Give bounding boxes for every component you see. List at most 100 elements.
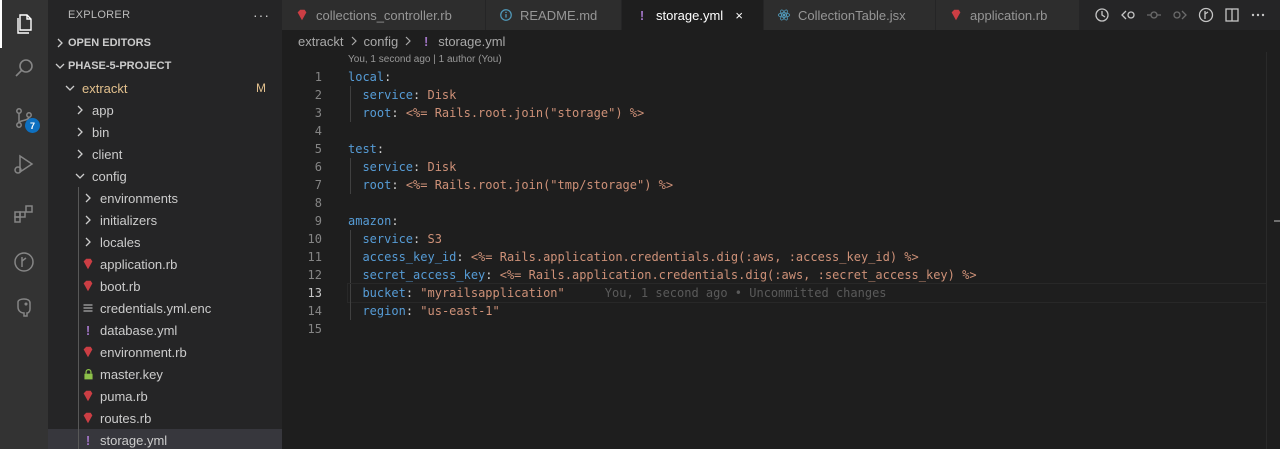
- file-item[interactable]: ! storage.yml: [48, 429, 282, 449]
- folder-locales[interactable]: locales: [48, 231, 282, 253]
- search-icon[interactable]: [0, 44, 48, 92]
- code-line[interactable]: [348, 122, 1268, 140]
- ruby-icon: [294, 7, 310, 23]
- yaml-icon: !: [85, 322, 91, 338]
- file-label: master.key: [100, 366, 163, 382]
- indent-guide: [78, 341, 79, 363]
- line-number: 11: [307, 250, 322, 264]
- file-item[interactable]: boot.rb: [48, 275, 282, 297]
- code-content[interactable]: local: service: Disk root: <%= Rails.roo…: [347, 68, 1269, 338]
- yaml-colon: :: [413, 160, 428, 174]
- file-item[interactable]: puma.rb: [48, 385, 282, 407]
- chevron-right-icon: [80, 190, 96, 206]
- file-item[interactable]: routes.rb: [48, 407, 282, 429]
- folder-config[interactable]: config: [48, 165, 282, 187]
- yaml-colon: :: [413, 88, 428, 102]
- code-line[interactable]: [348, 194, 1268, 212]
- yaml-value: "myrailsapplication": [420, 286, 565, 300]
- project-section[interactable]: PHASE-5-PROJECT: [48, 55, 282, 77]
- tab-application-rb[interactable]: application.rb: [936, 0, 1080, 30]
- code-line[interactable]: secret_access_key: <%= Rails.application…: [348, 266, 1268, 284]
- file-item[interactable]: application.rb: [48, 253, 282, 275]
- breadcrumb-item-extrackt[interactable]: extrackt: [298, 34, 344, 49]
- indent-guide: [78, 209, 79, 231]
- indent-guide: [350, 176, 351, 194]
- run-debug-icon[interactable]: [0, 140, 48, 188]
- file-item[interactable]: credentials.yml.enc: [48, 297, 282, 319]
- indent-guide: [78, 385, 79, 407]
- explorer-title: EXPLORER: [68, 9, 131, 21]
- scroll-marker: [1274, 220, 1280, 222]
- chevron-right-icon: [80, 212, 96, 228]
- modified-badge: M: [256, 81, 266, 95]
- tab-label: collections_controller.rb: [316, 7, 452, 23]
- line-number: 10: [307, 232, 322, 246]
- code-line[interactable]: region: "us-east-1": [348, 302, 1268, 320]
- project-label: PHASE-5-PROJECT: [68, 60, 172, 72]
- go-back-icon[interactable]: [1118, 5, 1138, 25]
- tab-storage-yml[interactable]: ! storage.yml ×: [622, 0, 764, 30]
- yaml-key: root: [362, 106, 392, 120]
- chevron-right-icon: [72, 124, 88, 140]
- open-editors-label: OPEN EDITORS: [68, 37, 151, 49]
- commit-icon[interactable]: [1144, 5, 1164, 25]
- go-forward-icon[interactable]: [1170, 5, 1190, 25]
- timeline-icon[interactable]: [1092, 5, 1112, 25]
- folder-initializers[interactable]: initializers: [48, 209, 282, 231]
- split-editor-icon[interactable]: [1222, 5, 1242, 25]
- breadcrumb-item-file[interactable]: storage.yml: [438, 34, 505, 49]
- code-line[interactable]: local:: [348, 68, 1268, 86]
- source-control-icon[interactable]: 7: [0, 94, 48, 142]
- yaml-colon: :: [376, 142, 385, 156]
- yaml-icon: !: [639, 7, 645, 23]
- extensions-icon[interactable]: [0, 190, 48, 238]
- git-graph-icon[interactable]: [0, 238, 48, 286]
- open-editors-section[interactable]: OPEN EDITORS: [48, 32, 282, 54]
- code-line[interactable]: access_key_id: <%= Rails.application.cre…: [348, 248, 1268, 266]
- code-line[interactable]: root: <%= Rails.root.join("tmp/storage")…: [348, 176, 1268, 194]
- chevron-down-icon: [62, 80, 78, 96]
- tab-label: README.md: [520, 7, 598, 23]
- tab-readme-md[interactable]: README.md: [486, 0, 622, 30]
- code-line[interactable]: service: Disk: [348, 158, 1268, 176]
- tab-collectiontable-jsx[interactable]: CollectionTable.jsx: [764, 0, 936, 30]
- chevron-down-icon: [52, 58, 68, 74]
- yaml-key: region: [362, 304, 406, 318]
- folder-app[interactable]: app: [48, 99, 282, 121]
- code-line[interactable]: amazon:: [348, 212, 1268, 230]
- file-item[interactable]: ! database.yml: [48, 319, 282, 341]
- folder-bin[interactable]: bin: [48, 121, 282, 143]
- codelens-authors[interactable]: You, 1 second ago | 1 author (You): [348, 54, 502, 65]
- line-number: 1: [314, 70, 322, 84]
- tab-label: application.rb: [970, 7, 1048, 23]
- code-line[interactable]: [348, 320, 1268, 338]
- info-icon: [498, 7, 514, 23]
- explorer-sidebar: EXPLORER ··· OPEN EDITORS PHASE-5-PROJEC…: [48, 0, 282, 449]
- tab-collections-controller-rb[interactable]: collections_controller.rb: [282, 0, 486, 30]
- database-elephant-icon[interactable]: [0, 284, 48, 332]
- yaml-colon: :: [485, 268, 500, 282]
- file-item[interactable]: environment.rb: [48, 341, 282, 363]
- git-graph-toggle-icon[interactable]: [1196, 5, 1216, 25]
- code-line[interactable]: root: <%= Rails.root.join("storage") %>: [348, 104, 1268, 122]
- file-item[interactable]: master.key: [48, 363, 282, 385]
- folder-extrackt[interactable]: extrackt M: [48, 77, 282, 99]
- close-icon[interactable]: ×: [731, 7, 747, 23]
- folder-environments[interactable]: environments: [48, 187, 282, 209]
- folder-client[interactable]: client: [48, 143, 282, 165]
- code-line[interactable]: bucket: "myrailsapplication" You, 1 secon…: [347, 283, 1269, 303]
- explorer-icon[interactable]: [0, 0, 48, 48]
- vertical-scrollbar[interactable]: [1266, 52, 1280, 449]
- code-line[interactable]: test:: [348, 140, 1268, 158]
- yaml-value: Disk: [427, 160, 457, 174]
- ruby-icon: [80, 278, 96, 294]
- code-line[interactable]: service: S3: [348, 230, 1268, 248]
- code-editor[interactable]: You, 1 second ago | 1 author (You) 12345…: [282, 52, 1280, 449]
- code-line[interactable]: service: Disk: [348, 86, 1268, 104]
- more-actions-icon[interactable]: ···: [253, 7, 270, 23]
- breadcrumb: extrackt config ! storage.yml: [282, 30, 1280, 52]
- breadcrumb-item-config[interactable]: config: [364, 34, 399, 49]
- yaml-key: service: [362, 88, 414, 102]
- more-actions-icon[interactable]: [1248, 5, 1268, 25]
- chevron-right-icon: [72, 146, 88, 162]
